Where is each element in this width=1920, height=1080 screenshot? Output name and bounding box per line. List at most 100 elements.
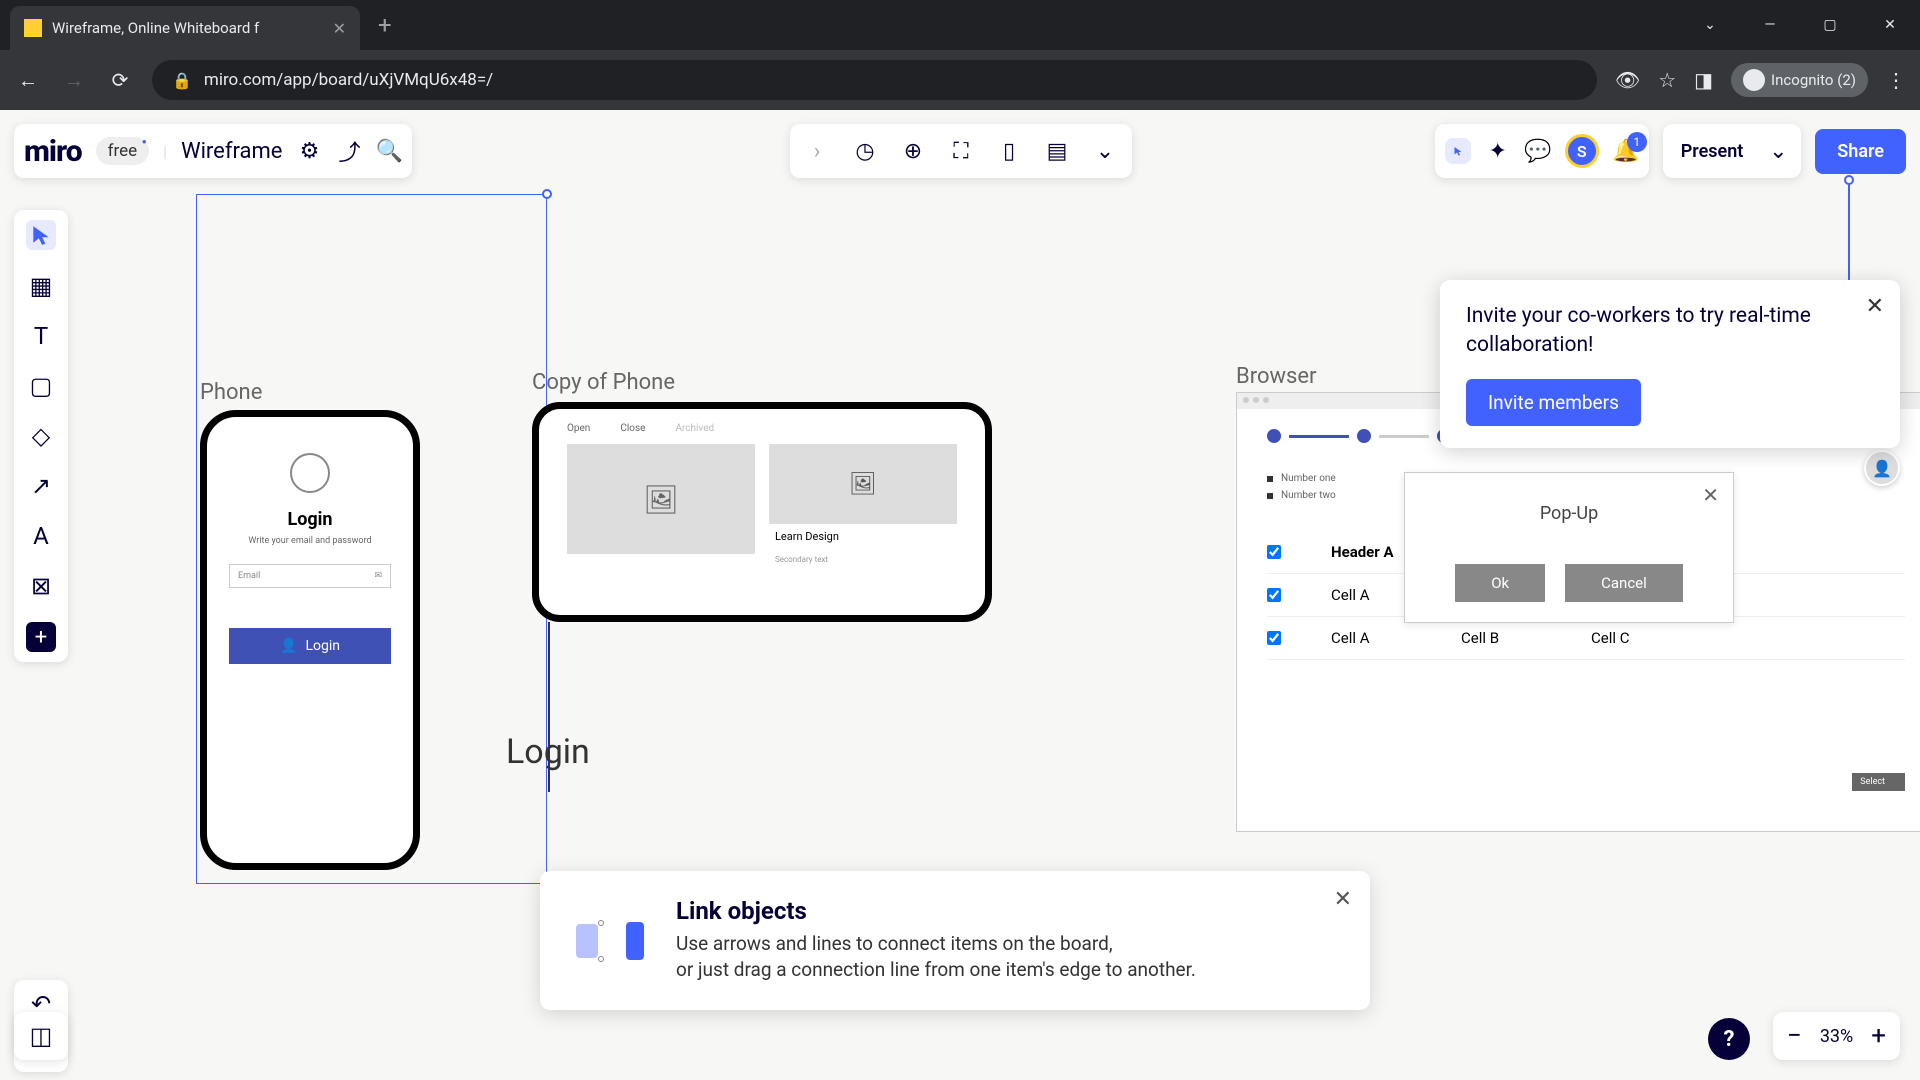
chevron-down-icon[interactable]: ⌄ — [1765, 138, 1791, 164]
login-node-label[interactable]: Login — [506, 732, 590, 772]
left-toolbar: ▦ T ▢ ◇ ↗ A ⊠ + — [14, 210, 68, 662]
hint-title: Link objects — [676, 897, 1196, 925]
incognito-icon — [1743, 69, 1765, 91]
forward-button: → — [60, 68, 88, 93]
zoom-out-button[interactable]: − — [1787, 1021, 1802, 1051]
connect-tool[interactable]: ↗ — [31, 472, 51, 500]
browser-tab[interactable]: Wireframe, Online Whiteboard f ✕ — [10, 6, 360, 50]
email-input[interactable]: Email ✉ — [229, 564, 391, 588]
tablet-frame[interactable]: OpenCloseArchived 🖼 🖼 Learn Design Secon… — [532, 402, 992, 622]
close-tab-icon[interactable]: ✕ — [333, 19, 346, 38]
frame-label-phone[interactable]: Phone — [200, 380, 262, 405]
cursor-mode-button[interactable] — [1445, 138, 1471, 164]
favicon — [24, 19, 42, 37]
sidepanel-icon[interactable]: ◨ — [1694, 68, 1713, 92]
more-tools-button[interactable]: + — [26, 622, 56, 652]
select-tool[interactable] — [26, 220, 56, 250]
eye-off-icon[interactable]: 👁 — [1615, 68, 1640, 92]
cancel-button[interactable]: Cancel — [1565, 564, 1683, 602]
pen-tool[interactable]: A — [33, 522, 49, 550]
board-name[interactable]: Wireframe — [181, 139, 282, 164]
back-button[interactable]: ← — [14, 68, 42, 93]
close-window-button[interactable]: ✕ — [1860, 0, 1920, 50]
timer-icon[interactable]: ◷ — [852, 138, 878, 164]
reload-button[interactable]: ⟳ — [106, 68, 134, 92]
top-toolbar-right: ✦ 💬 S 🔔1 Present ⌄ Share — [1435, 124, 1906, 178]
checkbox[interactable] — [1267, 631, 1281, 645]
note-icon[interactable]: ▯ — [996, 138, 1022, 164]
collapse-toolbar-button[interactable]: ◫ — [14, 1012, 68, 1060]
image-placeholder: 🖼 — [769, 444, 957, 524]
select-dropdown[interactable]: Select — [1852, 773, 1905, 791]
invite-toast: ✕ Invite your co-workers to try real-tim… — [1440, 280, 1900, 448]
top-toolbar-left: miro free | Wireframe ⚙ ⤴ 🔍 — [14, 124, 412, 178]
export-icon[interactable]: ⤴ — [336, 138, 362, 164]
login-button[interactable]: 👤 Login — [229, 628, 391, 664]
login-heading: Login — [221, 509, 399, 530]
url-text: miro.com/app/board/uXjVMqU6x48=/ — [204, 70, 1577, 90]
phone-frame[interactable]: Login Write your email and password Emai… — [200, 410, 420, 870]
bookmark-icon[interactable]: ☆ — [1658, 68, 1676, 92]
estimate-icon[interactable]: ⛶ — [948, 138, 974, 164]
card-icon[interactable]: ▤ — [1044, 138, 1070, 164]
shape-tool[interactable]: ◇ — [32, 422, 50, 450]
frame-tool[interactable]: ⊠ — [31, 572, 51, 600]
search-icon[interactable]: 🔍 — [376, 138, 402, 164]
hint-toast: Link objects Use arrows and lines to con… — [540, 871, 1370, 1010]
checkbox[interactable] — [1267, 588, 1281, 602]
minimize-button[interactable]: ― — [1740, 0, 1800, 50]
zoom-controls: − 33% + — [1773, 1012, 1900, 1060]
frame-label-browser[interactable]: Browser — [1236, 364, 1317, 389]
help-button[interactable]: ? — [1708, 1018, 1750, 1060]
text-tool[interactable]: T — [34, 322, 48, 350]
envelope-icon: ✉ — [374, 571, 382, 581]
link-objects-icon — [570, 910, 650, 970]
url-input[interactable]: 🔒 miro.com/app/board/uXjVMqU6x48=/ — [152, 60, 1597, 100]
browser-menu-icon[interactable]: ⋮ — [1886, 68, 1906, 92]
tab-title: Wireframe, Online Whiteboard f — [52, 19, 323, 37]
reactions-icon[interactable]: ✦ — [1485, 138, 1511, 164]
card-subtitle: Secondary text — [769, 549, 957, 570]
user-avatar[interactable]: S — [1565, 134, 1599, 168]
chevron-right-icon[interactable]: › — [804, 138, 830, 164]
login-subtitle: Write your email and password — [221, 536, 399, 546]
sticky-tool[interactable]: ▢ — [30, 372, 53, 400]
tab-search-icon[interactable]: ⌄ — [1680, 0, 1740, 50]
new-tab-button[interactable]: + — [378, 11, 392, 39]
templates-tool[interactable]: ▦ — [30, 272, 53, 300]
comment-icon[interactable]: 💬 — [1525, 138, 1551, 164]
zoom-in-button[interactable]: + — [1871, 1021, 1886, 1051]
top-toolbar-center: › ◷ ⊕ ⛶ ▯ ▤ ⌄ — [790, 124, 1132, 178]
close-icon[interactable]: ✕ — [1334, 887, 1352, 912]
more-icon[interactable]: ⌄ — [1092, 138, 1118, 164]
hint-body: Use arrows and lines to connect items on… — [676, 931, 1196, 984]
collaborator-avatar[interactable]: 👤 — [1864, 450, 1900, 486]
miro-logo[interactable]: miro — [24, 134, 82, 169]
app-canvas[interactable]: Phone Login Write your email and passwor… — [0, 110, 1920, 1080]
tablet-tabs[interactable]: OpenCloseArchived — [567, 423, 957, 434]
incognito-badge[interactable]: Incognito (2) — [1731, 63, 1868, 97]
ok-button[interactable]: Ok — [1455, 564, 1545, 602]
popup-wireframe[interactable]: ✕ Pop-Up Ok Cancel — [1404, 472, 1734, 623]
close-icon[interactable]: ✕ — [1702, 483, 1719, 507]
avatar-placeholder — [290, 453, 330, 493]
settings-icon[interactable]: ⚙ — [296, 138, 322, 164]
image-placeholder: 🖼 — [567, 444, 755, 554]
checkbox[interactable] — [1267, 545, 1281, 559]
invite-text: Invite your co-workers to try real-time … — [1466, 302, 1874, 361]
present-button[interactable]: Present — [1673, 141, 1752, 162]
voting-icon[interactable]: ⊕ — [900, 138, 926, 164]
user-icon: 👤 — [280, 638, 297, 654]
popup-title: Pop-Up — [1425, 503, 1713, 524]
frame-label-copy[interactable]: Copy of Phone — [532, 370, 675, 395]
plan-badge[interactable]: free — [96, 137, 150, 165]
lock-icon: 🔒 — [172, 71, 192, 90]
browser-address-bar: ← → ⟳ 🔒 miro.com/app/board/uXjVMqU6x48=/… — [0, 50, 1920, 110]
maximize-button[interactable]: ▢ — [1800, 0, 1860, 50]
zoom-level[interactable]: 33% — [1820, 1026, 1853, 1047]
notifications-button[interactable]: 🔔1 — [1613, 138, 1639, 164]
invite-members-button[interactable]: Invite members — [1466, 379, 1641, 426]
share-button[interactable]: Share — [1815, 129, 1906, 174]
close-icon[interactable]: ✕ — [1866, 294, 1884, 319]
card-title: Learn Design — [769, 524, 957, 549]
